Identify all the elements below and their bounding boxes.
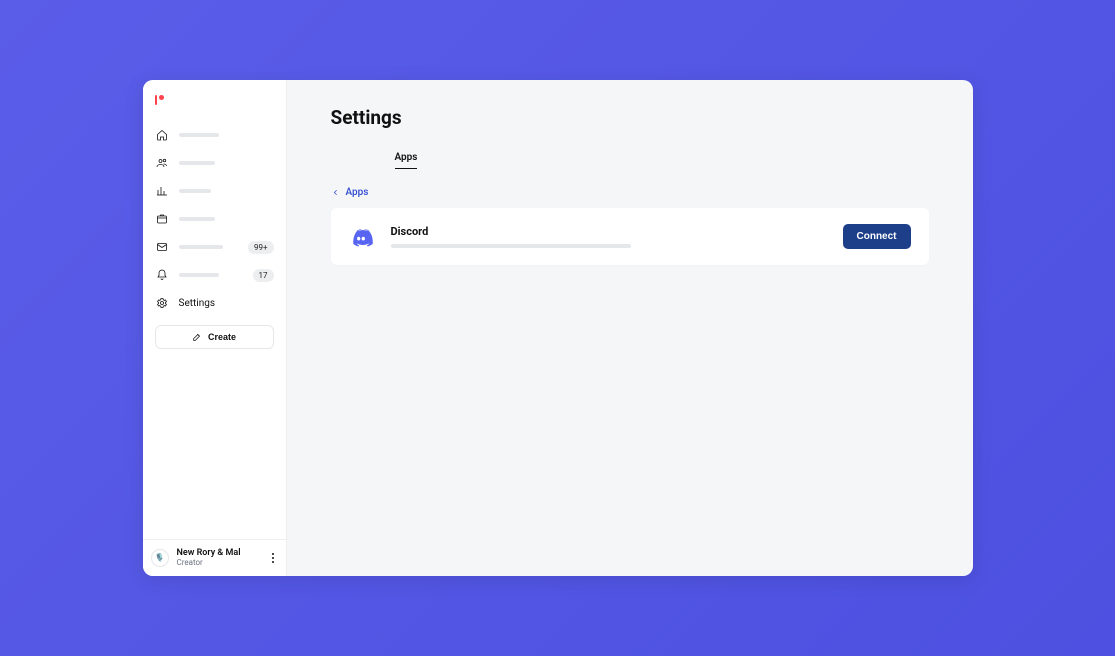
tab-label: Apps — [395, 152, 418, 163]
sidebar-item-home[interactable] — [149, 121, 280, 149]
edit-icon — [192, 332, 202, 342]
sidebar-item-messages[interactable]: 99+ — [149, 233, 280, 261]
page-title: Settings — [331, 106, 929, 129]
sidebar-item-placeholder — [179, 189, 211, 193]
breadcrumb-label: Apps — [346, 187, 369, 198]
user-menu-button[interactable] — [268, 549, 278, 567]
integration-card-discord: Discord Connect — [331, 208, 929, 265]
settings-tabs: Apps — [331, 145, 929, 168]
bell-icon — [155, 268, 169, 282]
chart-icon — [155, 184, 169, 198]
connect-button-label: Connect — [857, 231, 897, 242]
integration-description-placeholder — [391, 244, 631, 248]
sidebar-item-placeholder — [179, 273, 219, 277]
settings-icon — [155, 296, 169, 310]
sidebar-nav: 99+ 17 Settings Create — [143, 115, 286, 349]
sidebar-item-insights[interactable] — [149, 177, 280, 205]
sidebar-item-audience[interactable] — [149, 149, 280, 177]
create-button-label: Create — [208, 332, 236, 342]
connect-button[interactable]: Connect — [843, 224, 911, 249]
avatar[interactable]: 🎙️ — [151, 549, 169, 567]
sidebar-item-notifications[interactable]: 17 — [149, 261, 280, 289]
sidebar-item-label: Settings — [179, 298, 216, 309]
users-icon — [155, 156, 169, 170]
badge-notifications: 17 — [253, 269, 274, 282]
package-icon — [155, 212, 169, 226]
sidebar: 99+ 17 Settings Create 🎙️ — [143, 80, 287, 576]
home-icon — [155, 128, 169, 142]
integration-card-body: Discord — [391, 225, 825, 248]
sidebar-footer: 🎙️ New Rory & Mal Creator — [143, 539, 286, 576]
sidebar-item-placeholder — [179, 161, 215, 165]
create-button[interactable]: Create — [155, 325, 274, 349]
sidebar-item-settings[interactable]: Settings — [149, 289, 280, 317]
integration-name: Discord — [391, 225, 825, 238]
tab-apps[interactable]: Apps — [395, 145, 418, 168]
logo[interactable] — [143, 80, 286, 115]
sidebar-item-placeholder — [179, 245, 223, 249]
discord-icon — [349, 225, 373, 249]
mail-icon — [155, 240, 169, 254]
chevron-left-icon — [331, 188, 340, 197]
user-role: Creator — [177, 558, 241, 568]
sidebar-item-payouts[interactable] — [149, 205, 280, 233]
sidebar-item-placeholder — [179, 217, 215, 221]
main-content: Settings Apps Apps Discord — [287, 80, 973, 576]
sidebar-item-placeholder — [179, 133, 219, 137]
user-name: New Rory & Mal — [177, 548, 241, 559]
app-window: 99+ 17 Settings Create 🎙️ — [143, 80, 973, 576]
breadcrumb-back[interactable]: Apps — [331, 187, 369, 198]
badge-messages: 99+ — [248, 241, 274, 254]
user-meta: New Rory & Mal Creator — [177, 548, 241, 568]
